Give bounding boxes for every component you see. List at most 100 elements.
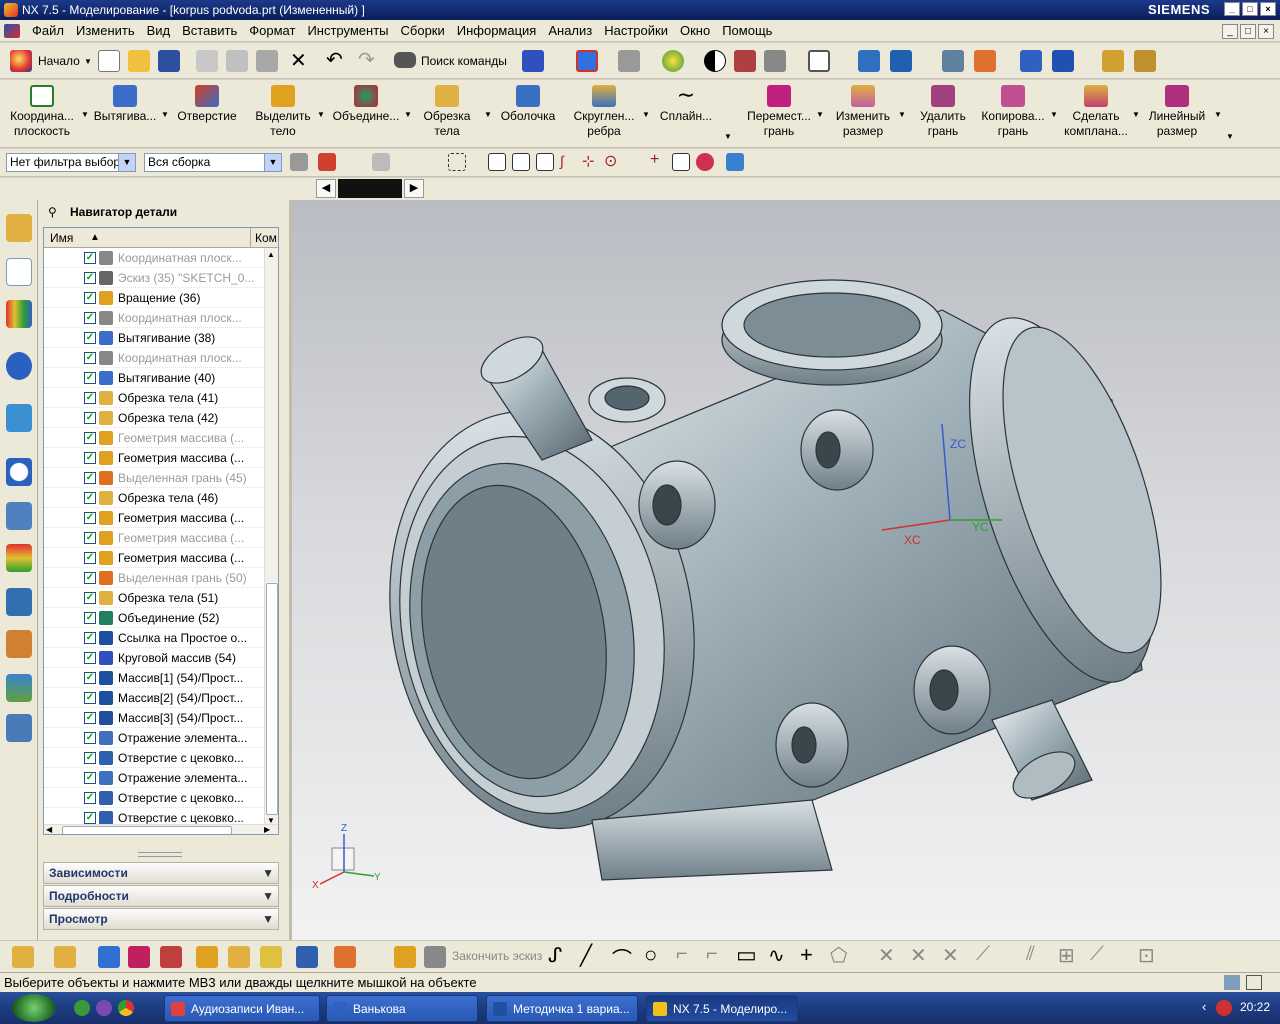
feature-row[interactable]: ✓ Вытягивание (40) [44,368,264,388]
trim-body-button[interactable]: Обрезка тела [414,82,480,146]
finish-sketch-icon[interactable] [424,946,446,968]
visibility-checkbox[interactable]: ✓ [84,752,96,764]
hd3d-tools-icon[interactable] [6,352,32,380]
visibility-checkbox[interactable]: ✓ [84,672,96,684]
measure-angle-icon[interactable] [1134,50,1156,72]
doc-minimize-button[interactable]: _ [1222,24,1238,39]
menu-preferences[interactable]: Настройки [598,23,674,38]
visibility-checkbox[interactable]: ✓ [84,592,96,604]
visibility-checkbox[interactable]: ✓ [84,312,96,324]
quick-trim-icon[interactable]: ✕ [878,943,895,968]
dependencies-panel[interactable]: Зависимости ▼ [43,862,279,884]
explode-icon[interactable] [196,946,218,968]
snap-icon[interactable] [974,50,996,72]
fit-view-icon[interactable] [576,50,598,72]
hole-button[interactable]: Отверстие [172,82,242,146]
column-name-header[interactable]: Имя [50,228,250,248]
finish-sketch-button[interactable]: Закончить эскиз [452,949,542,963]
column-comment-header[interactable]: Ком [250,228,278,248]
extract-body-button[interactable]: Выделить тело [250,82,316,146]
menu-window[interactable]: Окно [674,23,716,38]
linear-dimension-button[interactable]: Линейный размер [1142,82,1212,146]
add-component-icon[interactable] [54,946,76,968]
clearance-icon[interactable] [296,946,318,968]
visibility-checkbox[interactable]: ✓ [84,732,96,744]
start-icon[interactable] [10,50,32,72]
fillet-icon[interactable]: ⌐ [676,943,688,966]
view-tab-thumb[interactable] [338,179,402,198]
menu-help[interactable]: Помощь [716,23,778,38]
utorrent-icon[interactable] [74,1000,90,1016]
feature-row[interactable]: ✓ Геометрия массива (... [44,448,264,468]
visibility-checkbox[interactable]: ✓ [84,552,96,564]
start-orb-icon[interactable] [12,994,56,1022]
scroll-left-arrow[interactable]: ◀ [46,825,52,834]
close-button[interactable]: × [1260,2,1276,16]
visibility-checkbox[interactable]: ✓ [84,492,96,504]
feature-row[interactable]: ✓ Координатная плоск... [44,308,264,328]
feature-row[interactable]: ✓ Обрезка тела (51) [44,588,264,608]
auto-dimension-icon[interactable]: ⟋ [976,943,990,966]
feature-row[interactable]: ✓ Отражение элемента... [44,728,264,748]
extrude-button[interactable]: Вытягива... [90,82,160,146]
menu-view[interactable]: Вид [141,23,177,38]
rectangle-icon[interactable]: ▭ [736,942,757,968]
delete-icon[interactable]: ✕ [290,51,307,71]
feature-row[interactable]: ✓ Обрезка тела (41) [44,388,264,408]
select-window-icon[interactable] [448,153,466,171]
visibility-checkbox[interactable]: ✓ [84,712,96,724]
details-panel[interactable]: Подробности ▼ [43,885,279,907]
show-constraints-icon[interactable]: ⟋ [1090,943,1104,966]
make-corner-icon[interactable]: ✕ [942,943,959,968]
ruler-icon[interactable] [1102,50,1124,72]
scroll-right-arrow[interactable]: ▶ [264,825,270,834]
analysis-icon[interactable] [1020,50,1042,72]
snap-tangent-icon[interactable] [672,153,690,171]
visibility-checkbox[interactable]: ✓ [84,292,96,304]
status-fullscreen-icon[interactable] [1246,975,1262,990]
maximize-button[interactable]: □ [1242,2,1258,16]
render-style-icon[interactable] [662,50,684,72]
visibility-checkbox[interactable]: ✓ [84,612,96,624]
start-button[interactable]: Начало [38,54,80,68]
move-object-icon[interactable] [890,50,912,72]
unite-button[interactable]: Объедине... [328,82,404,146]
mate-component-icon[interactable] [128,946,150,968]
open-folder-icon[interactable] [128,50,150,72]
view-orient-icon[interactable] [618,50,640,72]
pump-housing-model[interactable] [358,279,1194,881]
measure-icon[interactable] [1052,50,1074,72]
selection-scope-dropdown[interactable]: Вся сборка ▼ [144,153,282,172]
sketch-icon[interactable] [394,946,416,968]
roles-icon[interactable] [6,630,32,658]
move-component-icon[interactable] [98,946,120,968]
move-face-button[interactable]: Перемест... грань [742,82,816,146]
preview-panel[interactable]: Просмотр ▼ [43,908,279,930]
quick-extend-icon[interactable]: ✕ [910,943,927,968]
visibility-checkbox[interactable]: ✓ [84,272,96,284]
visibility-checkbox[interactable]: ✓ [84,812,96,824]
constraints-icon[interactable]: ⫽ [1026,943,1035,966]
general-selection-filter-icon[interactable] [290,153,308,171]
info-icon[interactable] [522,50,544,72]
visibility-checkbox[interactable]: ✓ [84,512,96,524]
geometric-constraints-icon[interactable]: ⊞ [1058,943,1075,968]
arc-icon[interactable]: ⌒ [612,943,632,972]
component-array-icon[interactable] [334,946,356,968]
snap-quadrant-icon[interactable] [696,153,714,171]
feature-row[interactable]: ✓ Массив[1] (54)/Прост... [44,668,264,688]
feature-row[interactable]: ✓ Геометрия массива (... [44,508,264,528]
visibility-checkbox[interactable]: ✓ [84,452,96,464]
visibility-checkbox[interactable]: ✓ [84,532,96,544]
scroll-left-button[interactable]: ◀ [316,179,336,198]
snap-arc-icon[interactable]: ∫ [560,153,564,169]
deselect-icon[interactable] [372,153,390,171]
visibility-checkbox[interactable]: ✓ [84,252,96,264]
feature-row[interactable]: ✓ Геометрия массива (... [44,548,264,568]
snap-center-icon[interactable]: ⊙ [604,151,617,171]
taskbar-button[interactable]: Методичка 1 вариа... [486,995,638,1022]
feature-row[interactable]: ✓ Отверстие с цековко... [44,748,264,768]
horizontal-scrollbar[interactable]: ◀ ▶ [44,824,278,834]
taskbar-button[interactable]: NX 7.5 - Моделиро... [646,995,798,1022]
paste-icon[interactable] [256,50,278,72]
